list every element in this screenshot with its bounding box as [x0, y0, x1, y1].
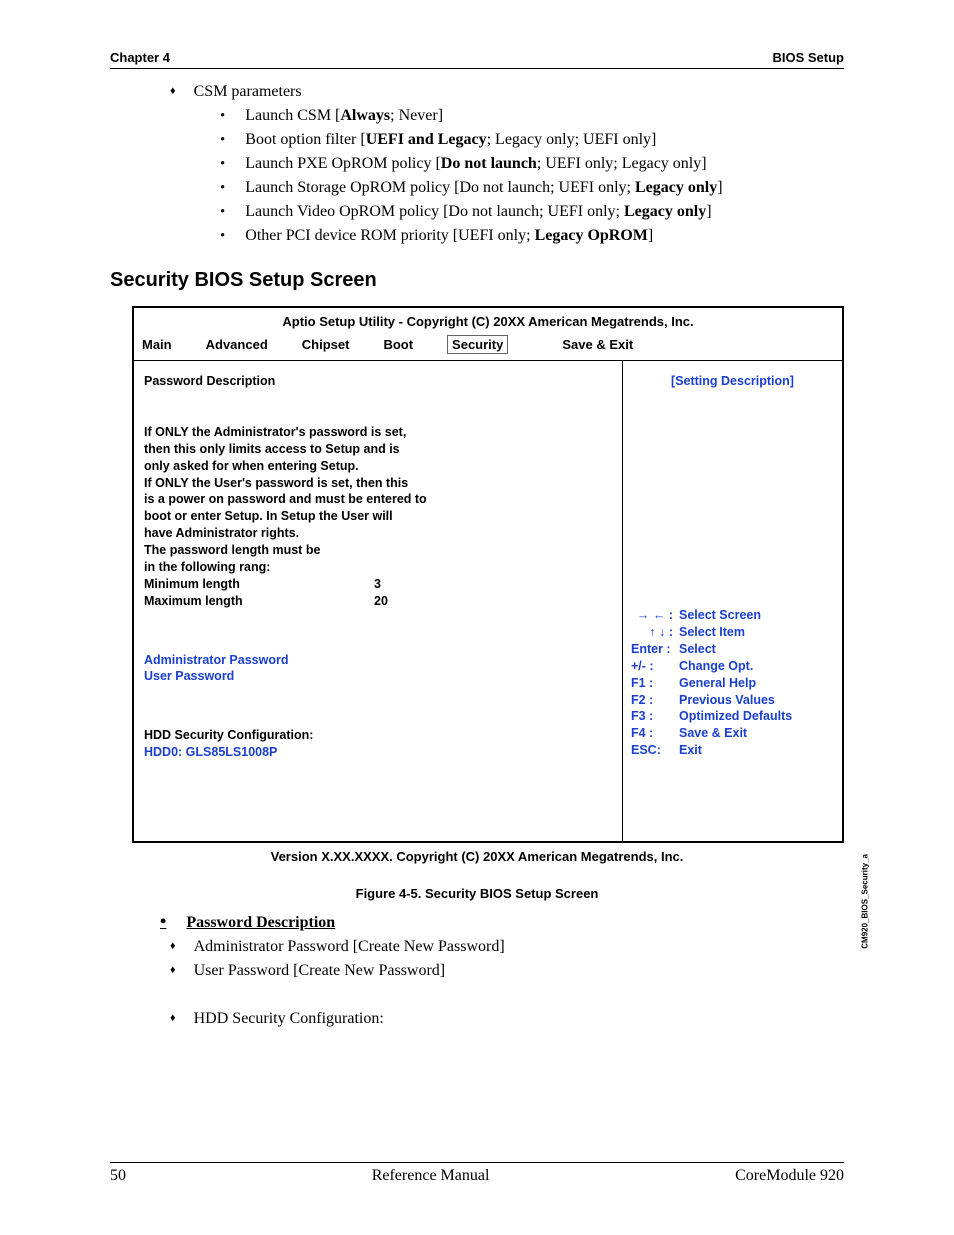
- pwd-desc-section: Password Description: [160, 911, 844, 932]
- csm-item: Launch Video OpROM policy [Do not launch…: [220, 203, 844, 221]
- csm-item: Boot option filter [UEFI and Legacy; Leg…: [220, 131, 844, 149]
- csm-item: Launch Storage OpROM policy [Do not laun…: [220, 179, 844, 197]
- tab-save-exit[interactable]: Save & Exit: [562, 337, 633, 354]
- tab-boot[interactable]: Boot: [383, 337, 413, 354]
- user-password-link[interactable]: User Password: [144, 668, 612, 685]
- page-number: 50: [110, 1167, 126, 1185]
- tab-main[interactable]: Main: [142, 337, 172, 354]
- footer-right: CoreModule 920: [735, 1167, 844, 1185]
- pwd-desc-label: Password Description: [144, 373, 612, 390]
- tab-security[interactable]: Security: [447, 335, 508, 354]
- max-length-val: 20: [374, 593, 388, 610]
- tab-advanced[interactable]: Advanced: [206, 337, 268, 354]
- hdd0-link[interactable]: HDD0: GLS85LS1008P: [144, 744, 612, 761]
- csm-item: Launch PXE OpROM policy [Do not launch; …: [220, 155, 844, 173]
- csm-block: CSM parameters Launch CSM [Always; Never…: [170, 83, 844, 245]
- pwd-item: HDD Security Configuration:: [194, 1010, 384, 1027]
- pwd-text: is a power on password and must be enter…: [144, 491, 612, 508]
- admin-password-link[interactable]: Administrator Password: [144, 652, 612, 669]
- csm-item: Launch CSM [Always; Never]: [220, 107, 844, 125]
- bios-title: Aptio Setup Utility - Copyright (C) 20XX…: [134, 308, 842, 333]
- bios-right-pane: [Setting Description] → ← :Select Screen…: [622, 361, 842, 841]
- pwd-text: If ONLY the Administrator's password is …: [144, 424, 612, 441]
- section-heading: Security BIOS Setup Screen: [110, 269, 844, 292]
- bios-help-keys: → ← :Select Screen ↑ ↓ :Select Item Ente…: [631, 597, 834, 829]
- header-left: Chapter 4: [110, 50, 170, 65]
- figure-side-label: CM920_BIOS_Security_a: [861, 854, 870, 949]
- figure-caption: Figure 4-5. Security BIOS Setup Screen: [110, 886, 844, 901]
- setting-description: [Setting Description]: [631, 373, 834, 390]
- csm-title: CSM parameters: [194, 83, 302, 100]
- bios-menu: Main Advanced Chipset Boot Security Save…: [134, 333, 842, 361]
- pwd-text: The password length must be: [144, 542, 612, 559]
- csm-item: Other PCI device ROM priority [UEFI only…: [220, 227, 844, 245]
- footer-rule: [110, 1162, 844, 1163]
- pwd-text: only asked for when entering Setup.: [144, 458, 612, 475]
- pwd-text: in the following rang:: [144, 559, 612, 576]
- max-length-label: Maximum length: [144, 593, 374, 610]
- csm-items: Launch CSM [Always; Never] Boot option f…: [220, 107, 844, 245]
- hdd-config-label: HDD Security Configuration:: [144, 727, 612, 744]
- bios-left-pane: Password Description If ONLY the Adminis…: [134, 361, 622, 841]
- pwd-text: boot or enter Setup. In Setup the User w…: [144, 508, 612, 525]
- footer-center: Reference Manual: [372, 1167, 490, 1185]
- pwd-text: have Administrator rights.: [144, 525, 612, 542]
- bios-screen: Aptio Setup Utility - Copyright (C) 20XX…: [132, 306, 844, 843]
- pwd-desc-heading: Password Description: [186, 914, 335, 931]
- pwd-text: then this only limits access to Setup an…: [144, 441, 612, 458]
- min-length-val: 3: [374, 576, 381, 593]
- pwd-text: If ONLY the User's password is set, then…: [144, 475, 612, 492]
- pwd-item: User Password [Create New Password]: [194, 962, 446, 979]
- header-right: BIOS Setup: [772, 50, 844, 65]
- bios-footer: Version X.XX.XXXX. Copyright (C) 20XX Am…: [110, 849, 844, 864]
- pwd-item: Administrator Password [Create New Passw…: [194, 938, 505, 955]
- min-length-label: Minimum length: [144, 576, 374, 593]
- header-rule: [110, 68, 844, 69]
- tab-chipset[interactable]: Chipset: [302, 337, 350, 354]
